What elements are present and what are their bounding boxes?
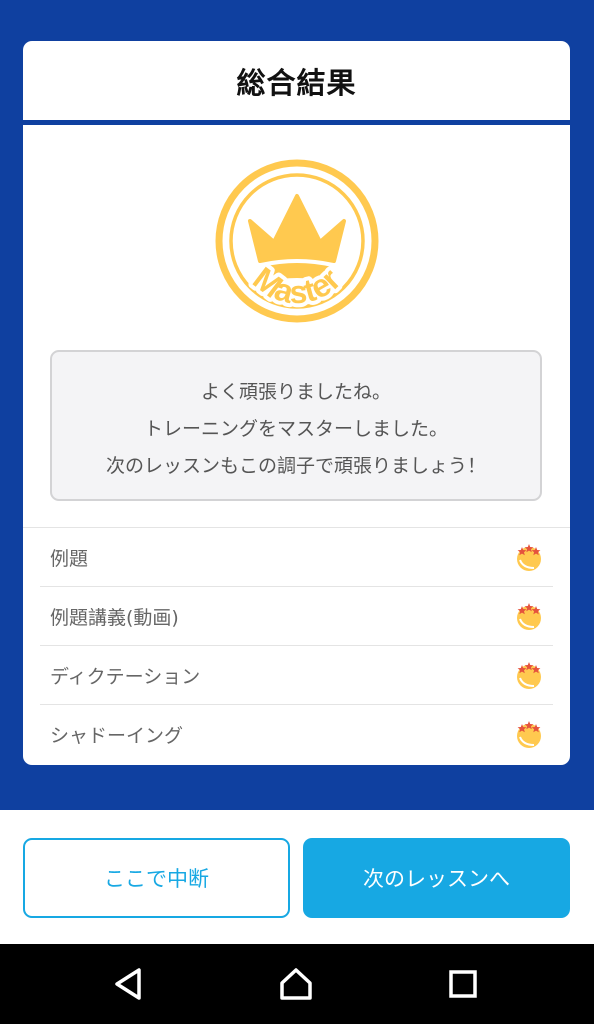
android-nav-bar [0,944,594,1024]
page-title: 総合結果 [236,65,357,100]
result-row: 例題 [40,528,553,587]
gold-medal-icon [514,601,544,631]
gold-medal-icon [514,660,544,690]
result-row-label: 例題 [50,547,89,570]
gold-medal-icon [514,719,544,749]
master-badge: Master Master [214,158,380,324]
gold-medal-icon [514,542,544,572]
result-list: 例題 例題講義(動画) ディクテーション シャドーイング [23,527,570,763]
crown-icon: Master Master [215,159,379,323]
pause-button[interactable]: ここで中断 [23,838,290,918]
result-row-label: 例題講義(動画) [50,606,179,629]
result-row: 例題講義(動画) [40,587,553,646]
message-line: 次のレッスンもこの調子で頑張りましょう！ [105,455,486,477]
home-icon[interactable] [278,966,314,1002]
card-header: 総合結果 [23,41,570,125]
message-line: よく頑張りましたね。 [200,381,391,403]
action-bar: ここで中断 次のレッスンへ [0,810,594,944]
message-line: トレーニングをマスターしました。 [143,418,448,440]
result-row: シャドーイング [40,705,553,763]
back-icon[interactable] [111,966,147,1002]
result-row-label: ディクテーション [50,665,201,688]
next-lesson-button[interactable]: 次のレッスンへ [303,838,570,918]
message-box: よく頑張りましたね。 トレーニングをマスターしました。 次のレッスンもこの調子で… [50,350,542,501]
result-card: 総合結果 Master Master よく頑張りましたね。 トレーニングをマスタ… [23,41,570,765]
result-row: ディクテーション [40,646,553,705]
recents-icon[interactable] [445,966,481,1002]
result-row-label: シャドーイング [50,724,184,747]
